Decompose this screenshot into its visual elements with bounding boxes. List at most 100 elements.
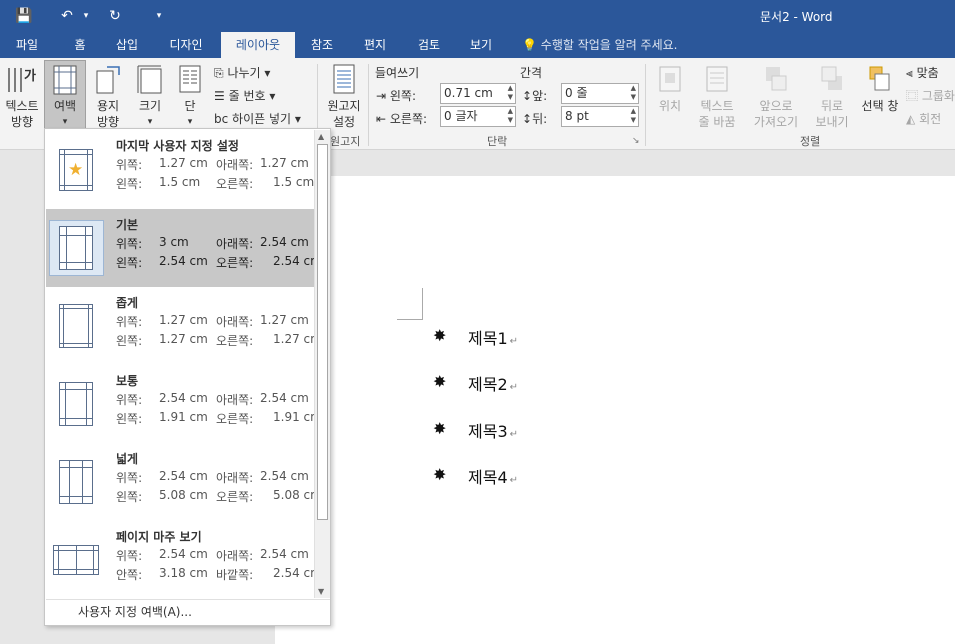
spinner-arrows-icon[interactable]: ▲ ▼ (631, 84, 636, 102)
text-direction-button[interactable]: 가 텍스트 방향 (2, 62, 42, 130)
paragraph-group-label: 단락 (487, 135, 508, 148)
bullet-icon: ✸ (433, 465, 447, 484)
return-mark-icon: ↵ (509, 382, 519, 393)
manuscript-button[interactable]: 원고지 설정 (322, 62, 366, 130)
tab-view[interactable]: 보기 (460, 32, 502, 58)
bullet-text: 제목2 (468, 375, 508, 394)
tab-file[interactable]: 파일 (0, 32, 54, 58)
text-direction-label2: 방향 (10, 115, 34, 129)
scrollbar-thumb[interactable] (317, 144, 328, 520)
spacing-before-input[interactable]: 0 줄 ▲ ▼ (561, 83, 639, 104)
wrap-text-label2: 줄 바꿈 (698, 115, 736, 129)
margin-thumbnail: ★ (59, 149, 93, 191)
margin-option-moderate[interactable]: 보통 위쪽: 2.54 cm 아래쪽: 2.54 cm 왼쪽: 1.91 cm … (46, 365, 322, 443)
columns-button[interactable]: 단 ▾ (172, 62, 208, 130)
tab-review[interactable]: 검토 (408, 32, 450, 58)
undo-dropdown-icon[interactable]: ▾ (80, 5, 92, 27)
tab-home[interactable]: 홈 (62, 32, 98, 58)
tab-references[interactable]: 참조 (302, 32, 342, 58)
margin-option-mirrored[interactable]: 페이지 마주 보기 위쪽: 2.54 cm 아래쪽: 2.54 cm 안쪽: 3… (46, 521, 322, 599)
margin-option-narrow[interactable]: 좁게 위쪽: 1.27 cm 아래쪽: 1.27 cm 왼쪽: 1.27 cm … (46, 287, 322, 365)
margin-option-last-custom[interactable]: ★ 마지막 사용자 지정 설정 위쪽: 1.27 cm 아래쪽: 1.27 cm… (46, 130, 314, 208)
tab-design[interactable]: 디자인 (160, 32, 212, 58)
paragraph-launcher-icon[interactable]: ↘ (632, 136, 640, 146)
breaks-button[interactable]: ⎘ 나누기 ▾ (214, 64, 270, 81)
orientation-icon (96, 66, 120, 94)
indent-left-icon: ⇥ (376, 89, 387, 103)
tab-layout[interactable]: 레이아웃 (221, 32, 295, 58)
manuscript-group-label: 원고지 (330, 135, 361, 148)
tab-mailings[interactable]: 편지 (354, 32, 396, 58)
wrap-text-label1: 텍스트 (700, 99, 734, 113)
spacing-before-icon: ↕ (522, 89, 533, 103)
margin-option-name: 보통 (116, 374, 139, 388)
customize-toolbar-icon[interactable]: ▾ (152, 5, 166, 27)
margins-button[interactable]: 여백 ▾ (44, 60, 86, 130)
indent-left-input[interactable]: 0.71 cm ▲ ▼ (440, 83, 516, 104)
bring-forward-icon (766, 67, 787, 91)
wrap-text-button[interactable]: 텍스트 줄 바꿈 (692, 62, 742, 130)
selection-pane-button[interactable]: 선택 창 (858, 62, 902, 130)
hyphenation-button[interactable]: bc 하이픈 넣기 ▾ (214, 110, 301, 127)
margin-label: 왼쪽: (116, 490, 143, 504)
group-separator (645, 64, 646, 146)
position-button[interactable]: 위치 (650, 62, 690, 130)
bring-forward-button[interactable]: 앞으로 가져오기 (746, 62, 806, 130)
bullet-item-4[interactable]: 제목4 ↵ (468, 464, 518, 488)
ribbon-tabs: 파일 홈 삽입 디자인 레이아웃 참조 편지 검토 보기 💡 수행할 작업을 알… (0, 32, 955, 58)
spinner-arrows-icon[interactable]: ▲ ▼ (508, 84, 513, 102)
selection-pane-icon (869, 66, 890, 91)
margin-value: 2.54 cm (159, 391, 208, 405)
arrange-group-label: 정렬 (800, 135, 821, 148)
margin-label: 위쪽: (116, 471, 143, 485)
size-label: 크기 (138, 99, 162, 113)
line-numbers-button[interactable]: ☰ 줄 번호 ▾ (214, 87, 275, 104)
margin-label: 바깥쪽: (216, 568, 254, 582)
line-numbers-icon: ☰ (214, 89, 225, 103)
rotate-button[interactable]: ◭ 회전 (906, 110, 941, 127)
size-button[interactable]: 크기 ▾ (130, 62, 170, 130)
tell-me-box[interactable]: 💡 수행할 작업을 알려 주세요. (522, 32, 677, 58)
spinner-arrows-icon[interactable]: ▲ ▼ (508, 107, 513, 125)
document-page[interactable] (275, 176, 955, 644)
margin-option-normal[interactable]: 기본 위쪽: 3 cm 아래쪽: 2.54 cm 왼쪽: 2.54 cm 오른쪽… (46, 209, 322, 287)
bullet-text: 제목4 (468, 468, 508, 487)
custom-margins-button[interactable]: 사용자 지정 여백(A)... (46, 599, 330, 625)
orientation-button[interactable]: 용지 방향 (88, 62, 128, 130)
indent-right-input[interactable]: 0 글자 ▲ ▼ (440, 106, 516, 127)
margin-label: 오른쪽: (216, 256, 254, 270)
bullet-item-1[interactable]: 제목1 ↵ (468, 325, 518, 349)
margins-dropdown: ★ 마지막 사용자 지정 설정 위쪽: 1.27 cm 아래쪽: 1.27 cm… (44, 128, 331, 626)
position-icon (659, 66, 681, 92)
indent-left-text: 왼쪽: (389, 89, 417, 103)
margin-value: 2.54 cm (260, 547, 309, 561)
tab-insert[interactable]: 삽입 (106, 32, 148, 58)
return-mark-icon: ↵ (509, 429, 519, 440)
scroll-up-icon[interactable]: ▲ (318, 132, 324, 141)
margin-label: 오른쪽: (216, 490, 254, 504)
margin-label: 아래쪽: (216, 158, 254, 172)
group-label: 그룹화 (921, 89, 955, 103)
margin-value: 2.54 cm (159, 547, 208, 561)
margin-label: 오른쪽: (216, 334, 254, 348)
manuscript-icon (333, 64, 355, 94)
scroll-down-icon[interactable]: ▼ (318, 587, 324, 596)
margin-option-wide[interactable]: 넓게 위쪽: 2.54 cm 아래쪽: 2.54 cm 왼쪽: 5.08 cm … (46, 443, 322, 521)
margin-label: 오른쪽: (216, 177, 254, 191)
bullet-item-2[interactable]: 제목2 ↵ (468, 371, 518, 395)
align-button[interactable]: ⫷ 맞춤 (906, 64, 939, 81)
group-button[interactable]: ⿴ 그룹화 (906, 87, 955, 104)
dropdown-scrollbar[interactable]: ▲ ▼ (314, 130, 330, 598)
bullet-text: 제목1 (468, 329, 508, 348)
margin-thumbnail (59, 460, 93, 504)
spacing-after-value: 8 pt (565, 109, 589, 123)
margin-corner-mark (397, 288, 423, 320)
send-backward-button[interactable]: 뒤로 보내기 (808, 62, 856, 130)
save-icon[interactable]: 💾 (12, 5, 36, 27)
redo-icon[interactable]: ↻ (104, 5, 126, 27)
bullet-item-3[interactable]: 제목3 ↵ (468, 418, 518, 442)
spinner-arrows-icon[interactable]: ▲ ▼ (631, 107, 636, 125)
text-direction-label1: 텍스트 (5, 99, 39, 113)
undo-icon[interactable]: ↶ (56, 5, 78, 27)
spacing-after-input[interactable]: 8 pt ▲ ▼ (561, 106, 639, 127)
